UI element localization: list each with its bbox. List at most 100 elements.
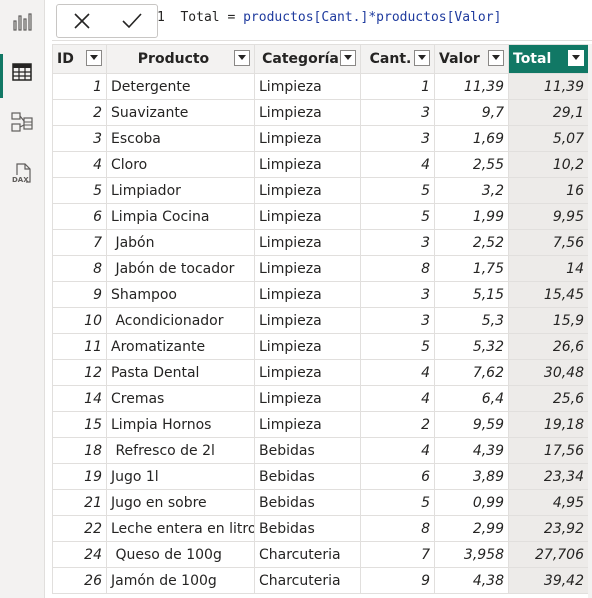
table-cell-valor[interactable]: 3,958 [434, 541, 509, 568]
table-cell-total[interactable]: 5,07 [508, 125, 589, 152]
table-cell-cant[interactable]: 3 [360, 307, 435, 334]
table-cell-cant[interactable]: 5 [360, 333, 435, 360]
table-cell-cant[interactable]: 1 [360, 73, 435, 100]
commit-formula-button[interactable] [107, 5, 157, 37]
column-header-categoria[interactable]: Categoría [254, 44, 361, 74]
table-cell-producto[interactable]: Refresco de 2l [106, 437, 255, 464]
table-cell-producto[interactable]: Jamón de 100g [106, 567, 255, 594]
table-cell-valor[interactable]: 7,62 [434, 359, 509, 386]
filter-dropdown-icon[interactable] [488, 50, 504, 66]
filter-dropdown-icon[interactable] [568, 50, 584, 66]
table-cell-valor[interactable]: 1,69 [434, 125, 509, 152]
table-cell-categoria[interactable]: Bebidas [254, 515, 361, 542]
vertical-scrollbar[interactable] [588, 44, 592, 598]
table-cell-categoria[interactable]: Limpieza [254, 99, 361, 126]
table-cell-id[interactable]: 14 [52, 385, 107, 412]
formula-input[interactable]: 1 Total = productos[Cant.]*productos[Val… [157, 10, 501, 25]
table-cell-valor[interactable]: 5,15 [434, 281, 509, 308]
table-cell-id[interactable]: 15 [52, 411, 107, 438]
table-cell-total[interactable]: 23,92 [508, 515, 589, 542]
table-cell-id[interactable]: 19 [52, 463, 107, 490]
table-cell-total[interactable]: 26,6 [508, 333, 589, 360]
filter-dropdown-icon[interactable] [414, 50, 430, 66]
table-cell-id[interactable]: 8 [52, 255, 107, 282]
table-cell-categoria[interactable]: Limpieza [254, 307, 361, 334]
table-cell-id[interactable]: 22 [52, 515, 107, 542]
cancel-formula-button[interactable] [57, 5, 107, 37]
table-cell-cant[interactable]: 8 [360, 255, 435, 282]
table-cell-id[interactable]: 9 [52, 281, 107, 308]
table-cell-id[interactable]: 24 [52, 541, 107, 568]
table-cell-valor[interactable]: 4,39 [434, 437, 509, 464]
table-cell-categoria[interactable]: Limpieza [254, 229, 361, 256]
table-cell-cant[interactable]: 8 [360, 515, 435, 542]
table-cell-categoria[interactable]: Charcuteria [254, 567, 361, 594]
table-cell-id[interactable]: 26 [52, 567, 107, 594]
table-cell-valor[interactable]: 3,89 [434, 463, 509, 490]
table-cell-categoria[interactable]: Limpieza [254, 151, 361, 178]
table-cell-valor[interactable]: 2,99 [434, 515, 509, 542]
table-cell-cant[interactable]: 5 [360, 177, 435, 204]
table-cell-valor[interactable]: 2,55 [434, 151, 509, 178]
table-cell-producto[interactable]: Cloro [106, 151, 255, 178]
table-cell-total[interactable]: 17,56 [508, 437, 589, 464]
table-cell-id[interactable]: 6 [52, 203, 107, 230]
column-header-id[interactable]: ID [52, 44, 107, 74]
table-cell-total[interactable]: 7,56 [508, 229, 589, 256]
table-cell-total[interactable]: 15,45 [508, 281, 589, 308]
table-cell-cant[interactable]: 4 [360, 385, 435, 412]
table-cell-id[interactable]: 10 [52, 307, 107, 334]
table-cell-id[interactable]: 18 [52, 437, 107, 464]
table-cell-producto[interactable]: Limpiador [106, 177, 255, 204]
table-cell-categoria[interactable]: Limpieza [254, 73, 361, 100]
table-cell-total[interactable]: 11,39 [508, 73, 589, 100]
table-cell-id[interactable]: 1 [52, 73, 107, 100]
table-cell-cant[interactable]: 4 [360, 151, 435, 178]
table-cell-id[interactable]: 11 [52, 333, 107, 360]
table-cell-valor[interactable]: 5,32 [434, 333, 509, 360]
table-cell-producto[interactable]: Jugo en sobre [106, 489, 255, 516]
table-cell-categoria[interactable]: Limpieza [254, 177, 361, 204]
table-cell-cant[interactable]: 5 [360, 489, 435, 516]
table-cell-producto[interactable]: Escoba [106, 125, 255, 152]
table-cell-categoria[interactable]: Bebidas [254, 463, 361, 490]
table-cell-total[interactable]: 15,9 [508, 307, 589, 334]
table-cell-producto[interactable]: Limpia Hornos [106, 411, 255, 438]
table-cell-cant[interactable]: 3 [360, 229, 435, 256]
table-cell-categoria[interactable]: Charcuteria [254, 541, 361, 568]
column-header-total[interactable]: Total [508, 44, 589, 74]
table-cell-categoria[interactable]: Bebidas [254, 489, 361, 516]
table-cell-id[interactable]: 3 [52, 125, 107, 152]
table-cell-cant[interactable]: 7 [360, 541, 435, 568]
table-cell-total[interactable]: 39,42 [508, 567, 589, 594]
table-cell-categoria[interactable]: Limpieza [254, 411, 361, 438]
table-cell-producto[interactable]: Leche entera en litro [106, 515, 255, 542]
table-cell-id[interactable]: 12 [52, 359, 107, 386]
dax-query-view-button[interactable]: DAX [0, 152, 44, 196]
table-cell-categoria[interactable]: Bebidas [254, 437, 361, 464]
table-cell-total[interactable]: 10,2 [508, 151, 589, 178]
table-cell-producto[interactable]: Jabón de tocador [106, 255, 255, 282]
table-cell-valor[interactable]: 1,99 [434, 203, 509, 230]
table-cell-valor[interactable]: 5,3 [434, 307, 509, 334]
table-cell-total[interactable]: 19,18 [508, 411, 589, 438]
table-cell-producto[interactable]: Jabón [106, 229, 255, 256]
column-header-cant[interactable]: Cant. [360, 44, 435, 74]
table-cell-total[interactable]: 27,706 [508, 541, 589, 568]
table-cell-total[interactable]: 23,34 [508, 463, 589, 490]
column-header-valor[interactable]: Valor [434, 44, 509, 74]
table-cell-categoria[interactable]: Limpieza [254, 385, 361, 412]
table-cell-valor[interactable]: 6,4 [434, 385, 509, 412]
table-cell-valor[interactable]: 4,38 [434, 567, 509, 594]
data-view-button[interactable] [0, 50, 44, 98]
table-cell-total[interactable]: 30,48 [508, 359, 589, 386]
table-cell-producto[interactable]: Cremas [106, 385, 255, 412]
table-cell-producto[interactable]: Shampoo [106, 281, 255, 308]
table-cell-total[interactable]: 4,95 [508, 489, 589, 516]
table-cell-total[interactable]: 9,95 [508, 203, 589, 230]
table-cell-valor[interactable]: 3,2 [434, 177, 509, 204]
table-cell-cant[interactable]: 6 [360, 463, 435, 490]
table-cell-producto[interactable]: Jugo 1l [106, 463, 255, 490]
filter-dropdown-icon[interactable] [340, 50, 356, 66]
table-cell-valor[interactable]: 2,52 [434, 229, 509, 256]
